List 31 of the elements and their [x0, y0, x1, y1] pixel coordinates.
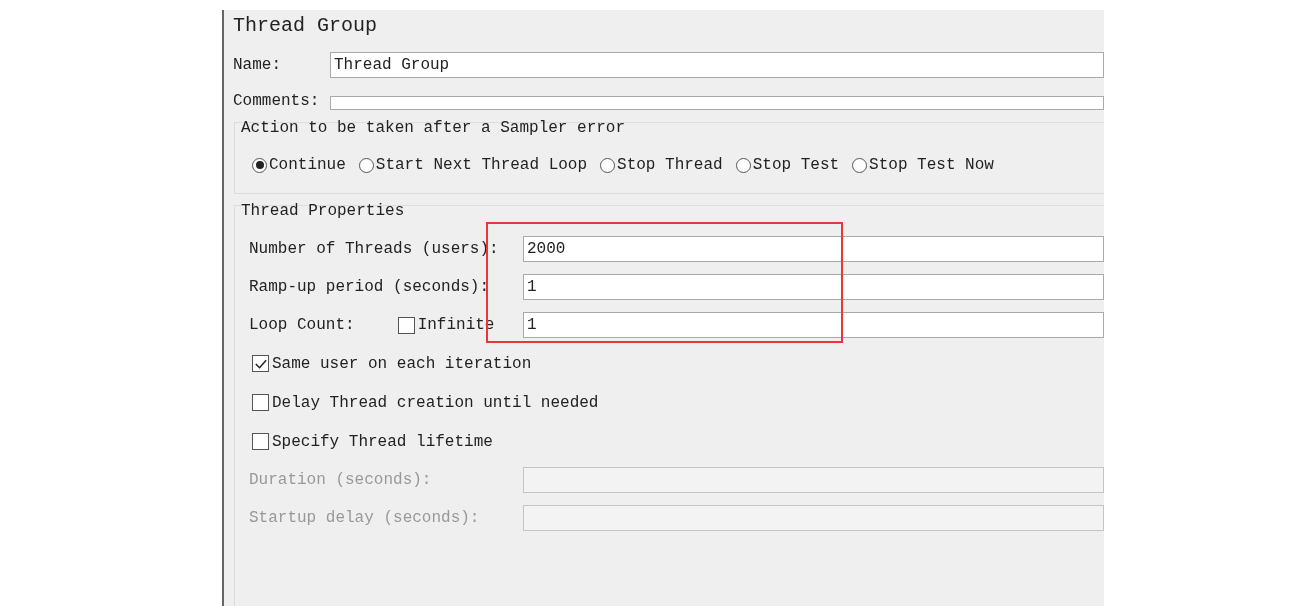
number-field[interactable]: 1 — [523, 274, 1104, 300]
number-field[interactable]: 1 — [523, 312, 1104, 338]
group-legend: Thread Properties — [235, 202, 1104, 230]
checkbox-option[interactable]: Specify Thread lifetime — [252, 432, 493, 451]
checkbox-icon[interactable] — [252, 394, 269, 411]
radio-button-icon[interactable] — [735, 157, 751, 173]
field-label: Startup delay (seconds): — [249, 509, 480, 527]
radio-option[interactable]: Stop Thread — [600, 156, 723, 174]
checkbox-icon[interactable] — [252, 355, 269, 372]
checkbox-icon[interactable] — [397, 316, 415, 334]
group-legend: Action to be taken after a Sampler error — [235, 119, 1104, 141]
field-label: Name: — [233, 56, 282, 74]
field-label: Loop Count: — [249, 316, 355, 334]
field-label: Ramp-up period (seconds): — [249, 278, 490, 296]
comments-field[interactable] — [330, 96, 1104, 110]
radio-option[interactable]: Continue — [252, 156, 346, 174]
radio-button-icon[interactable] — [852, 157, 868, 173]
number-field[interactable]: 2000 — [523, 236, 1104, 262]
radio-button-icon[interactable] — [600, 157, 616, 173]
checkbox-icon[interactable] — [252, 433, 269, 450]
radio-option[interactable]: Start Next Thread Loop — [358, 156, 588, 174]
checkbox-option[interactable]: Delay Thread creation until needed — [252, 393, 599, 412]
radio-button-icon[interactable] — [252, 157, 267, 173]
radio-button-icon[interactable] — [358, 157, 374, 173]
panel-title: Thread Group — [232, 13, 379, 39]
field-label: Comments: — [233, 92, 321, 110]
name-field[interactable]: Thread Group — [330, 52, 1104, 78]
checkbox-option[interactable]: Same user on each iteration — [252, 354, 532, 373]
field-label: Duration (seconds): — [249, 471, 432, 489]
radio-option[interactable]: Stop Test — [735, 156, 840, 174]
radio-option[interactable]: Stop Test Now — [852, 156, 994, 174]
